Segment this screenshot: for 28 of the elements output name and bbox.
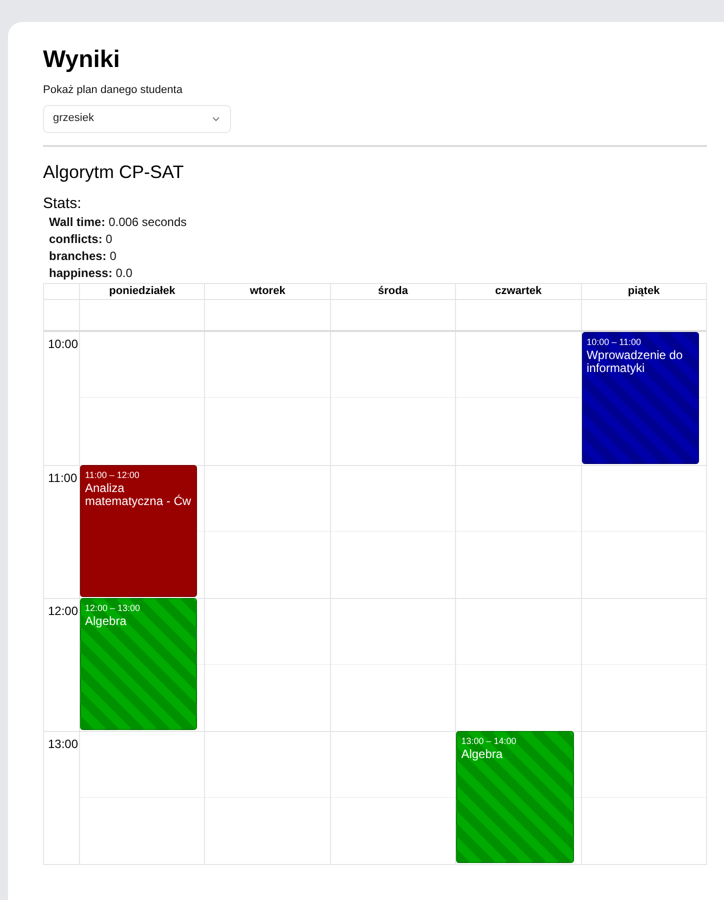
stat-line: happiness: 0.0 [49, 264, 134, 282]
day-header: poniedziałek [79, 284, 204, 298]
stat-line: branches: 0 [49, 248, 118, 264]
day-header: wtorek [204, 284, 330, 298]
section-heading: Algorytm CP-SAT [43, 160, 185, 182]
calendar-event[interactable]: 10:00 – 11:00 Wprowadzenie do informatyki [582, 332, 699, 464]
student-select[interactable]: grzesiek [43, 104, 231, 132]
event-time: 13:00 – 14:00 [461, 734, 518, 746]
event-title: Algebra [461, 748, 504, 760]
day-header: piątek [580, 284, 706, 298]
day-header: czwartek [455, 284, 581, 298]
hour-label: 13:00 [48, 736, 78, 750]
page-heading: Wyniki [43, 46, 121, 74]
stat-line: conflicts: 0 [49, 230, 114, 248]
event-title: Analiza matematyczna - Ćw [85, 482, 192, 508]
event-time: 12:00 – 13:00 [85, 602, 142, 614]
event-title: Algebra [85, 614, 128, 628]
stats-heading: Stats: [43, 194, 82, 212]
calendar-event[interactable]: 11:00 – 12:00 Analiza matematyczna - Ćw [80, 464, 198, 596]
event-time: 10:00 – 11:00 [586, 336, 642, 348]
hour-label: 11:00 [48, 470, 78, 484]
stat-line: Wall time: 0.006 seconds [49, 214, 188, 230]
hour-label: 10:00 [48, 336, 78, 350]
event-title: Wprowadzenie do informatyki [586, 348, 684, 374]
day-header: środa [330, 284, 456, 298]
select-label: Pokaż plan danego studenta [43, 83, 184, 98]
hour-label: 12:00 [48, 604, 78, 618]
event-time: 11:00 – 12:00 [85, 468, 140, 480]
